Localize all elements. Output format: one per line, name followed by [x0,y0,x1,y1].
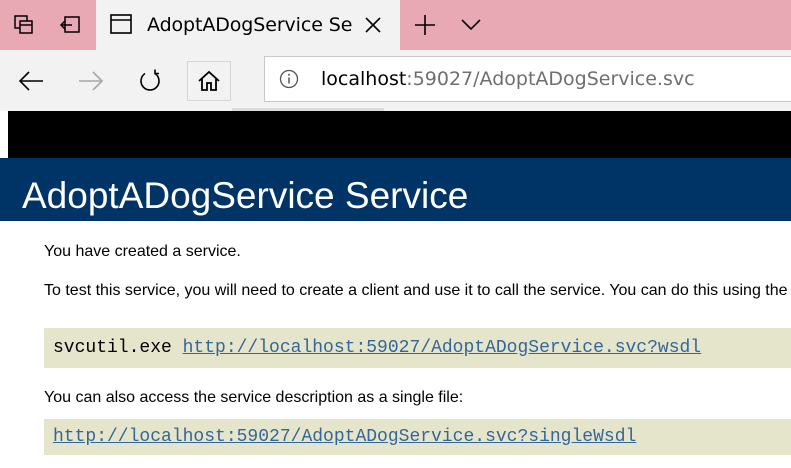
active-tab[interactable]: AdoptADogService Service [96,0,400,50]
test-instructions-text: To test this service, you will need to c… [44,282,791,299]
plus-icon [415,15,435,35]
page-heading-banner: AdoptADogService Service [0,158,791,221]
single-file-text: You can also access the service descript… [44,389,464,406]
back-button[interactable] [9,61,53,101]
url-path: :59027/AdoptADogService.svc [406,68,695,90]
page-favicon-icon [110,14,132,34]
svcutil-command: svcutil.exe [53,338,183,358]
intro-text: You have created a service. [44,243,241,260]
page-title: AdoptADogService Service [22,175,469,216]
set-aside-tabs-button[interactable] [54,9,86,41]
tab-title: AdoptADogService Service [147,14,353,36]
home-icon [198,70,220,91]
navigation-bar: localhost:59027/AdoptADogService.svc [0,50,791,111]
page-top-bar [8,111,791,158]
page-content: You have created a service. To test this… [0,221,791,468]
refresh-button[interactable] [128,61,172,101]
single-wsdl-link[interactable]: http://localhost:59027/AdoptADogService.… [53,427,636,447]
back-arrow-icon [18,71,43,91]
tab-actions-button[interactable] [8,9,40,41]
tab-list-button[interactable] [454,9,488,41]
tab-strip: AdoptADogService Service [0,0,791,50]
set-aside-tabs-icon [59,16,80,33]
tab-actions-icon [14,15,33,34]
close-icon [365,17,381,33]
url-host: localhost [321,68,407,90]
address-url[interactable]: localhost:59027/AdoptADogService.svc [321,66,695,92]
chevron-down-icon [461,19,481,31]
forward-arrow-icon [79,71,104,91]
info-icon[interactable] [279,69,299,89]
new-tab-button[interactable] [408,9,442,41]
refresh-icon [140,69,160,91]
wsdl-link[interactable]: http://localhost:59027/AdoptADogService.… [183,338,701,358]
forward-button[interactable] [69,61,113,101]
tab-close-button[interactable] [360,12,386,38]
home-button[interactable] [187,61,231,101]
svcutil-code-box: svcutil.exe http://localhost:59027/Adopt… [44,328,791,368]
single-wsdl-code-box: http://localhost:59027/AdoptADogService.… [44,419,791,455]
address-bar[interactable]: localhost:59027/AdoptADogService.svc [264,56,791,102]
